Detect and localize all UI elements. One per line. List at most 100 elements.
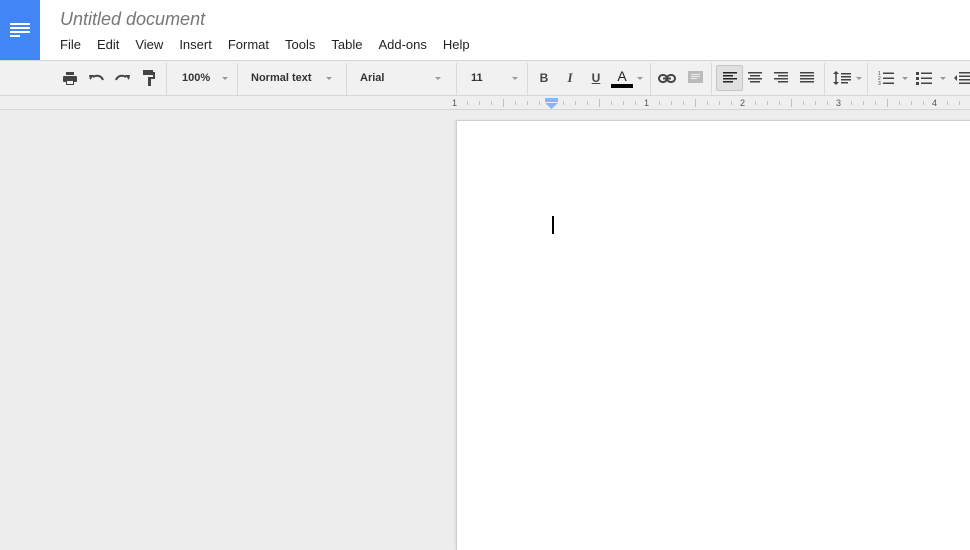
toolbar-separator xyxy=(711,63,712,95)
bulleted-list-button[interactable] xyxy=(912,66,936,90)
toolbar-separator xyxy=(824,63,825,95)
line-spacing-caret-icon xyxy=(856,77,862,80)
ruler-tick xyxy=(635,101,636,105)
align-justify-button[interactable] xyxy=(795,66,819,90)
menu-table[interactable]: Table xyxy=(331,36,362,54)
ruler-tick xyxy=(539,101,540,105)
font-family-value: Arial xyxy=(360,72,385,84)
ruler-label: 4 xyxy=(932,98,938,108)
ruler-tick xyxy=(887,99,888,107)
toolbar-separator xyxy=(346,63,347,95)
menu-tools[interactable]: Tools xyxy=(285,36,315,54)
ruler-tick xyxy=(863,101,864,105)
zoom-caret-icon xyxy=(222,77,228,80)
ruler-tick xyxy=(479,101,480,105)
ruler-tick xyxy=(515,101,516,105)
menu-format[interactable]: Format xyxy=(228,36,269,54)
docs-lines-icon xyxy=(10,23,30,37)
menu-view[interactable]: View xyxy=(135,36,163,54)
ruler-tick xyxy=(791,99,792,107)
docs-home-button[interactable] xyxy=(0,0,40,60)
ruler-tick xyxy=(851,101,852,105)
ruler-tick xyxy=(923,101,924,105)
insert-link-button[interactable] xyxy=(655,66,679,90)
ruler-tick xyxy=(731,101,732,105)
ruler-tick xyxy=(575,101,576,105)
align-right-icon xyxy=(774,72,788,83)
ruler-tick xyxy=(947,101,948,105)
ruler-label: 1 xyxy=(452,98,458,108)
ruler-tick xyxy=(827,101,828,105)
ruler[interactable]: 1 1 2 3 4 xyxy=(0,96,970,110)
line-spacing-button[interactable] xyxy=(830,66,854,90)
ruler-tick xyxy=(527,101,528,105)
toolbar-separator xyxy=(650,63,651,95)
indent-marker-icon[interactable] xyxy=(545,98,558,110)
document-page[interactable] xyxy=(456,120,970,550)
ruler-tick xyxy=(875,101,876,105)
numbered-list-button[interactable]: 1 2 3 xyxy=(874,66,898,90)
svg-text:3: 3 xyxy=(878,81,881,85)
bold-icon: B xyxy=(539,71,549,85)
header: Untitled document File Edit View Insert … xyxy=(0,0,970,60)
font-size-value: 11 xyxy=(471,72,483,84)
zoom-value: 100% xyxy=(182,72,211,84)
align-left-icon xyxy=(722,72,737,83)
toolbar-separator xyxy=(166,63,167,95)
decrease-indent-button[interactable] xyxy=(950,66,970,90)
ruler-tick xyxy=(503,99,504,107)
font-family-select[interactable]: Arial xyxy=(360,61,384,95)
document-title[interactable]: Untitled document xyxy=(60,8,205,30)
toolbar-separator xyxy=(237,63,238,95)
paint-format-button[interactable] xyxy=(137,66,161,90)
menu-insert[interactable]: Insert xyxy=(179,36,212,54)
print-button[interactable] xyxy=(58,66,82,90)
ruler-tick xyxy=(695,99,696,107)
redo-button[interactable] xyxy=(110,66,134,90)
ruler-tick xyxy=(587,101,588,105)
underline-button[interactable]: U xyxy=(584,66,608,90)
ruler-tick xyxy=(899,101,900,105)
menu-edit[interactable]: Edit xyxy=(97,36,119,54)
text-color-button[interactable]: A xyxy=(610,66,634,90)
italic-icon: I xyxy=(567,70,573,85)
zoom-select[interactable]: 100% xyxy=(182,61,210,95)
ruler-tick xyxy=(755,101,756,105)
insert-comment-button[interactable] xyxy=(683,66,707,90)
font-caret-icon xyxy=(435,77,441,80)
undo-button[interactable] xyxy=(84,66,108,90)
ruler-tick xyxy=(779,101,780,105)
ruler-tick xyxy=(563,101,564,105)
ruler-tick xyxy=(467,101,468,105)
menu-help[interactable]: Help xyxy=(443,36,470,54)
ruler-tick xyxy=(767,101,768,105)
text-color-swatch xyxy=(611,83,633,88)
toolbar: 100% Normal text Arial 11 B I U A 1 2 3 xyxy=(0,60,970,96)
style-caret-icon xyxy=(326,77,332,80)
ruler-tick xyxy=(611,101,612,105)
font-size-select[interactable]: 11 xyxy=(471,61,483,95)
ruler-tick xyxy=(671,101,672,105)
menu-add-ons[interactable]: Add-ons xyxy=(378,36,426,54)
paint-roller-icon xyxy=(143,70,155,86)
ruler-tick xyxy=(719,101,720,105)
ruler-tick xyxy=(959,101,960,105)
align-right-button[interactable] xyxy=(769,66,793,90)
align-left-button[interactable] xyxy=(716,65,743,91)
text-color-icon: A xyxy=(617,67,627,84)
ruler-tick xyxy=(803,101,804,105)
ruler-tick xyxy=(599,99,600,107)
print-icon xyxy=(63,71,77,85)
italic-button[interactable]: I xyxy=(558,66,582,90)
ruler-tick xyxy=(683,101,684,105)
underline-icon: U xyxy=(591,71,601,85)
bold-button[interactable]: B xyxy=(532,66,556,90)
align-center-button[interactable] xyxy=(743,66,767,90)
menu-file[interactable]: File xyxy=(60,36,81,54)
link-icon xyxy=(658,73,676,83)
ruler-label: 3 xyxy=(836,98,842,108)
paragraph-style-select[interactable]: Normal text xyxy=(251,61,312,95)
numbered-list-caret-icon xyxy=(902,77,908,80)
ruler-tick xyxy=(491,101,492,105)
text-cursor xyxy=(552,216,554,234)
